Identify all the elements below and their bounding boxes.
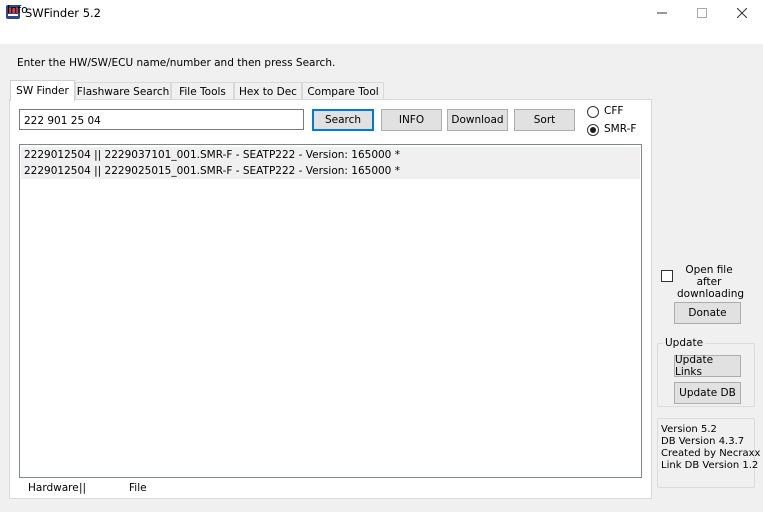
update-db-button[interactable]: Update DB bbox=[674, 382, 741, 404]
created-by-text: Created by Necraxx bbox=[661, 448, 761, 459]
search-button[interactable]: Search bbox=[312, 109, 374, 131]
footer-separator: || bbox=[79, 482, 87, 494]
tab-compare-tool[interactable]: Compare Tool bbox=[302, 82, 384, 100]
download-button[interactable]: Download bbox=[447, 109, 508, 131]
results-list[interactable]: 2229012504 || 2229037101_001.SMR-F - SEA… bbox=[19, 144, 642, 478]
result-row[interactable]: 2229012504 || 2229025015_001.SMR-F - SEA… bbox=[21, 163, 640, 179]
tab-flashware-search[interactable]: Flashware Search bbox=[75, 82, 171, 100]
footer-file-label: File bbox=[129, 482, 147, 494]
version-text: Version 5.2 bbox=[661, 424, 717, 435]
window-title: SWFinder 5.2 bbox=[25, 6, 101, 20]
instruction-text: Enter the HW/SW/ECU name/number and then… bbox=[17, 57, 336, 69]
tab-file-tools[interactable]: File Tools bbox=[171, 82, 234, 100]
info-button[interactable]: INFO bbox=[381, 109, 442, 131]
minimize-button[interactable] bbox=[642, 0, 682, 26]
tab-sw-finder[interactable]: SW Finder bbox=[10, 80, 75, 101]
radio-cff[interactable] bbox=[587, 106, 599, 118]
open-file-label[interactable]: Open file after downloading bbox=[677, 264, 744, 300]
radio-smr-f-label[interactable]: SMR-F bbox=[604, 123, 636, 135]
footer-hardware-label: Hardware bbox=[28, 482, 79, 494]
menu-bar bbox=[0, 26, 763, 44]
search-input[interactable] bbox=[19, 109, 304, 130]
minimize-icon bbox=[657, 12, 667, 14]
update-group-title: Update bbox=[663, 337, 706, 349]
link-db-version-text: Link DB Version 1.2 bbox=[661, 460, 759, 471]
radio-smr-f[interactable] bbox=[587, 124, 599, 136]
db-version-text: DB Version 4.3.7 bbox=[661, 436, 745, 447]
update-links-button[interactable]: Update Links bbox=[674, 354, 741, 378]
tab-hex-to-dec[interactable]: Hex to Dec bbox=[234, 82, 302, 100]
result-row[interactable]: 2229012504 || 2229037101_001.SMR-F - SEA… bbox=[21, 147, 640, 163]
donate-button[interactable]: Donate bbox=[674, 302, 741, 324]
radio-cff-label[interactable]: CFF bbox=[604, 105, 623, 117]
open-file-checkbox[interactable] bbox=[661, 270, 673, 282]
maximize-button[interactable] bbox=[682, 0, 722, 26]
sort-button[interactable]: Sort bbox=[514, 109, 575, 131]
maximize-icon bbox=[697, 8, 707, 18]
menu-item-info[interactable]: Info bbox=[7, 3, 28, 16]
close-button[interactable] bbox=[722, 0, 762, 26]
close-icon bbox=[737, 8, 747, 18]
